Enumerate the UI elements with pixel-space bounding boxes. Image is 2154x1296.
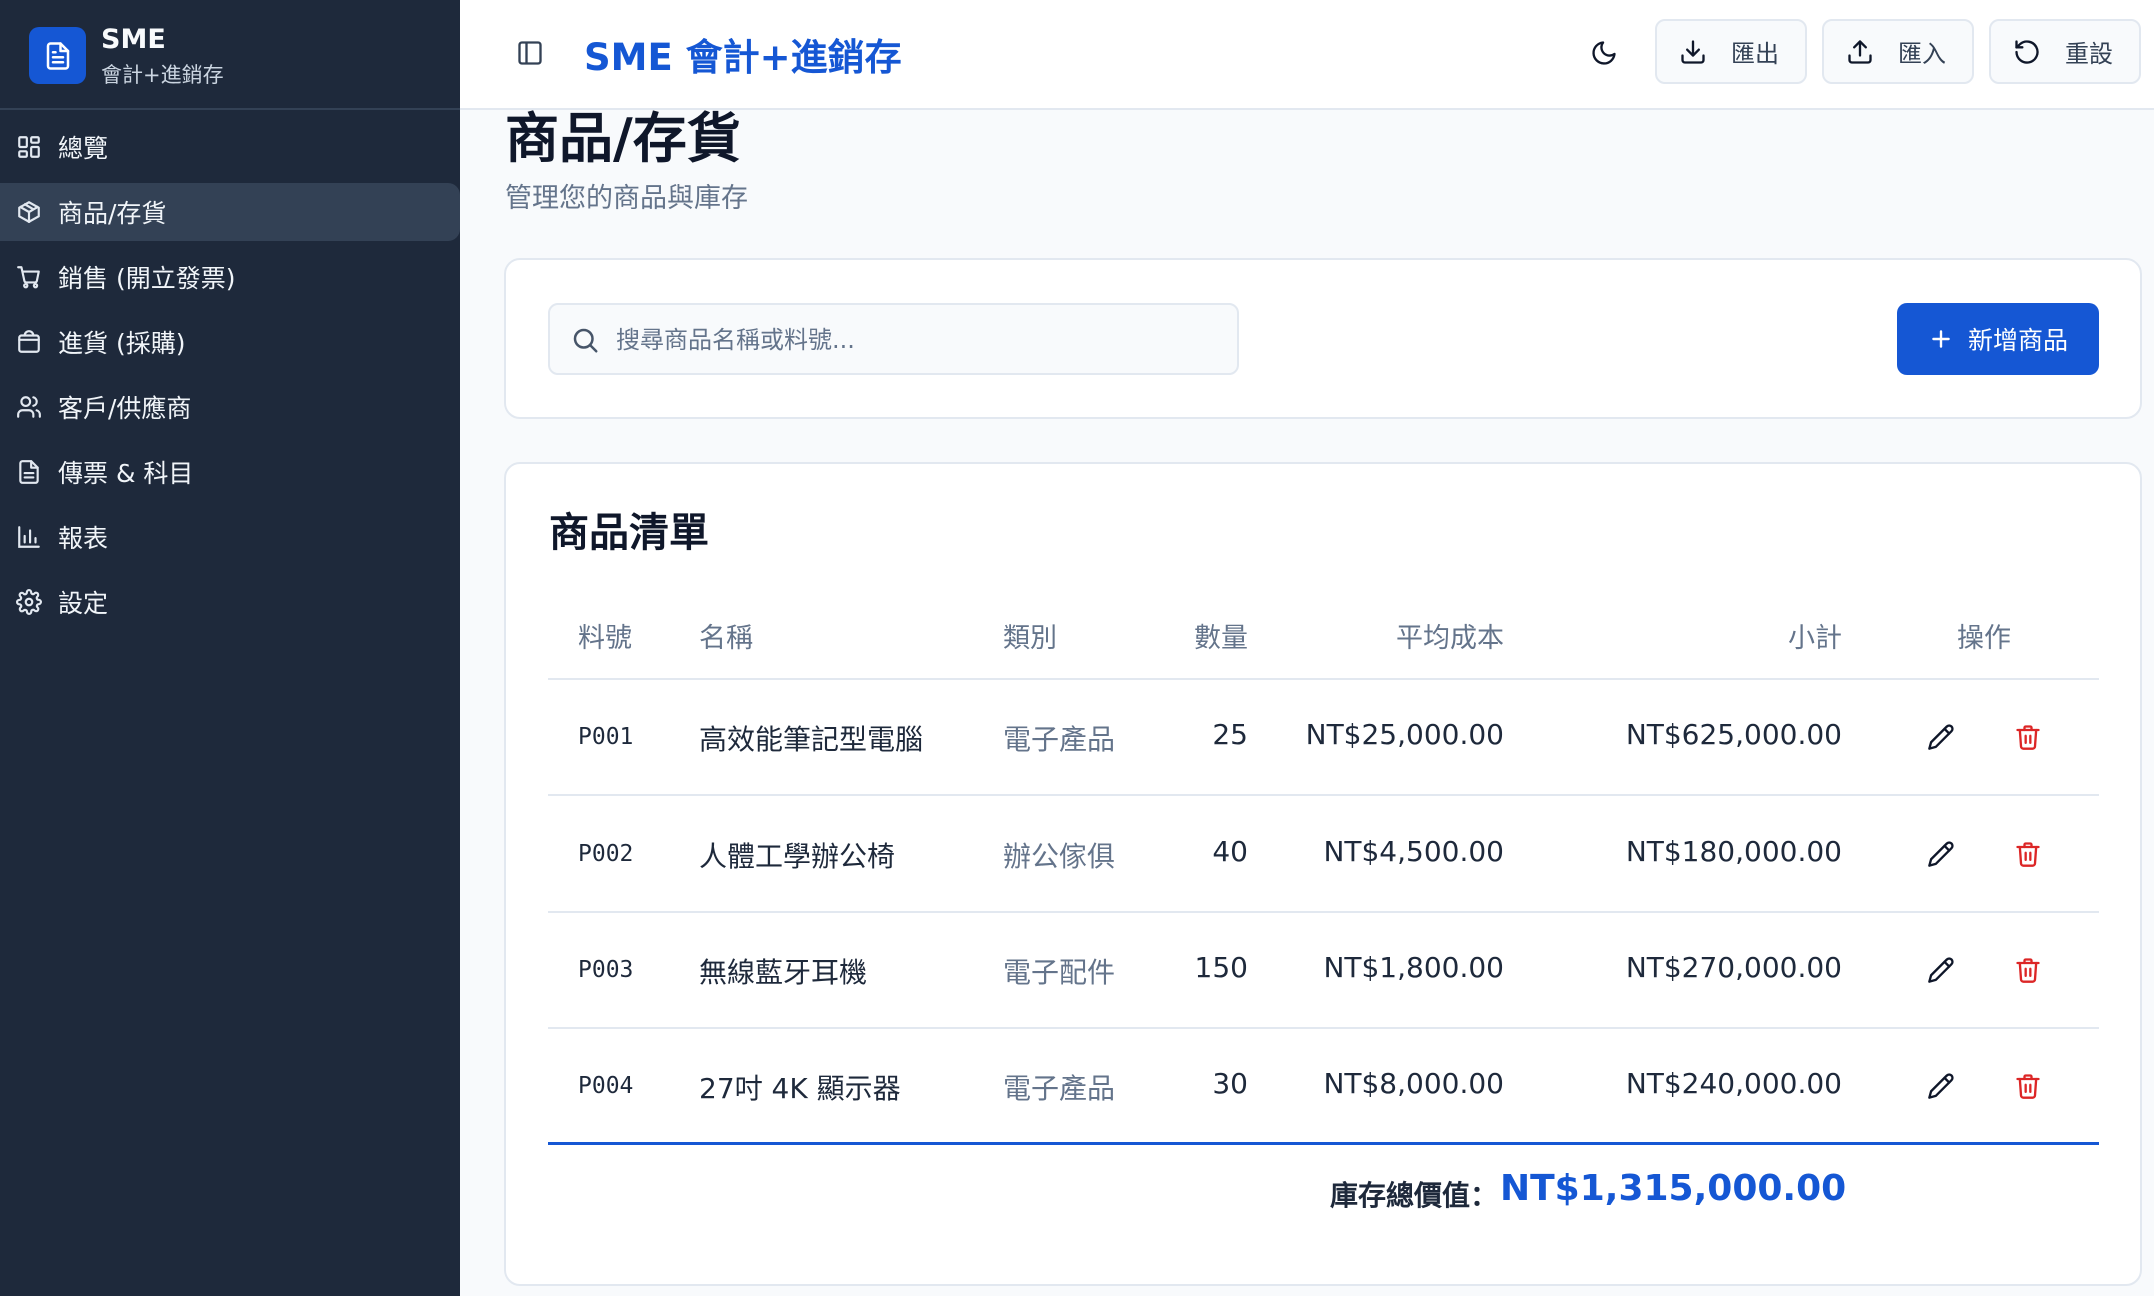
column-header-name: 名稱 <box>699 623 753 654</box>
product-category: 電子產品 <box>1003 1072 1116 1105</box>
product-quantity: 25 <box>1212 718 1248 751</box>
sidebar-item-sales[interactable]: 銷售 (開立發票) <box>0 248 460 306</box>
delete-trash-icon[interactable] <box>2010 719 2046 755</box>
import-button[interactable]: 匯入 <box>1822 19 1974 84</box>
top-bar: SME 會計+進銷存 匯出 匯入 重設 <box>460 0 2154 110</box>
app-title: SME 會計+進銷存 <box>584 36 902 79</box>
sidebar-item-label: 進貨 (採購) <box>58 329 186 358</box>
cart-icon <box>14 262 44 292</box>
brand-subtitle: 會計+進銷存 <box>101 63 224 87</box>
sidebar-item-overview[interactable]: 總覽 <box>0 118 460 176</box>
edit-pencil-icon[interactable] <box>1923 836 1959 872</box>
sidebar-item-contacts[interactable]: 客戶/供應商 <box>0 378 460 436</box>
export-button[interactable]: 匯出 <box>1655 19 1807 84</box>
product-category: 辦公傢俱 <box>1003 840 1116 873</box>
gear-icon <box>14 587 44 617</box>
product-category: 電子配件 <box>1003 956 1116 989</box>
inventory-total-label: 庫存總價值： <box>1330 1179 1499 1212</box>
page-title: 商品/存貨 <box>505 107 741 170</box>
sidebar-item-label: 客戶/供應商 <box>58 394 192 423</box>
product-subtotal: NT$625,000.00 <box>1625 718 1842 751</box>
row-divider <box>548 911 2099 913</box>
product-subtotal: NT$180,000.00 <box>1625 835 1842 868</box>
users-icon <box>14 392 44 422</box>
product-subtotal: NT$270,000.00 <box>1625 951 1842 984</box>
sidebar-item-purchases[interactable]: 進貨 (採購) <box>0 313 460 371</box>
dark-mode-moon-icon[interactable] <box>1584 33 1624 73</box>
file-text-icon <box>14 457 44 487</box>
product-quantity: 40 <box>1212 835 1248 868</box>
sidebar-nav: 總覽 商品/存貨 銷售 (開立發票) 進貨 (採購) 客戶/供應商 傳票 & 科… <box>0 118 460 638</box>
export-label: 匯出 <box>1731 40 1779 68</box>
import-label: 匯入 <box>1898 40 1946 68</box>
row-divider <box>548 794 2099 796</box>
brand: SME 會計+進銷存 <box>0 0 460 110</box>
search-box <box>548 303 1239 375</box>
logo-document-icon <box>29 27 86 84</box>
page-subtitle: 管理您的商品與庫存 <box>505 183 748 214</box>
sidebar-item-label: 銷售 (開立發票) <box>58 264 236 293</box>
product-list-title: 商品清單 <box>549 510 709 556</box>
product-category: 電子產品 <box>1003 723 1116 756</box>
product-code: P001 <box>578 724 634 750</box>
product-avg-cost: NT$25,000.00 <box>1305 718 1504 751</box>
column-header-subtotal: 小計 <box>1788 623 1842 654</box>
product-name: 人體工學辦公椅 <box>699 840 896 873</box>
reset-button[interactable]: 重設 <box>1989 19 2141 84</box>
column-header-quantity: 數量 <box>1194 623 1248 654</box>
upload-icon <box>1846 38 1874 66</box>
add-product-label: 新增商品 <box>1967 326 2068 355</box>
sidebar-item-settings[interactable]: 設定 <box>0 573 460 631</box>
edit-pencil-icon[interactable] <box>1923 719 1959 755</box>
sidebar-item-label: 商品/存貨 <box>58 199 167 228</box>
edit-pencil-icon[interactable] <box>1923 1068 1959 1104</box>
search-icon <box>570 325 600 359</box>
inventory-total-value: NT$1,315,000.00 <box>1500 1168 1847 1209</box>
product-avg-cost: NT$8,000.00 <box>1323 1067 1504 1100</box>
sidebar-toggle-icon[interactable] <box>510 33 550 73</box>
column-header-avg-cost: 平均成本 <box>1396 623 1504 654</box>
reset-label: 重設 <box>2065 40 2113 68</box>
row-divider <box>548 678 2099 680</box>
sidebar-item-label: 總覽 <box>58 134 109 163</box>
sidebar-item-label: 報表 <box>58 524 109 553</box>
plus-icon <box>1928 326 1954 352</box>
delete-trash-icon[interactable] <box>2010 1068 2046 1104</box>
sidebar-item-label: 設定 <box>58 589 109 618</box>
bar-chart-icon <box>14 522 44 552</box>
column-header-code: 料號 <box>578 623 632 654</box>
product-avg-cost: NT$1,800.00 <box>1323 951 1504 984</box>
package-icon <box>14 197 44 227</box>
rotate-ccw-icon <box>2013 38 2041 66</box>
product-code: P002 <box>578 841 634 867</box>
row-divider <box>548 1027 2099 1029</box>
sidebar-item-reports[interactable]: 報表 <box>0 508 460 566</box>
product-name: 高效能筆記型電腦 <box>699 723 924 756</box>
shopping-bag-icon <box>14 327 44 357</box>
product-code: P004 <box>578 1073 634 1099</box>
dashboard-icon <box>14 132 44 162</box>
sidebar-item-vouchers[interactable]: 傳票 & 科目 <box>0 443 460 501</box>
sidebar-item-products[interactable]: 商品/存貨 <box>0 183 460 241</box>
product-subtotal: NT$240,000.00 <box>1625 1067 1842 1100</box>
product-quantity: 30 <box>1212 1067 1248 1100</box>
add-product-button[interactable]: 新增商品 <box>1897 303 2099 375</box>
delete-trash-icon[interactable] <box>2010 952 2046 988</box>
column-header-actions: 操作 <box>1957 623 2011 654</box>
product-name: 27吋 4K 顯示器 <box>699 1072 901 1105</box>
product-code: P003 <box>578 957 634 983</box>
product-avg-cost: NT$4,500.00 <box>1323 835 1504 868</box>
product-name: 無線藍牙耳機 <box>699 956 868 989</box>
download-icon <box>1679 38 1707 66</box>
brand-title: SME <box>101 24 166 55</box>
total-divider <box>548 1142 2099 1145</box>
sidebar: SME 會計+進銷存 總覽 商品/存貨 銷售 (開立發票) 進貨 (採購) 客戶… <box>0 0 460 1296</box>
delete-trash-icon[interactable] <box>2010 836 2046 872</box>
column-header-category: 類別 <box>1003 623 1057 654</box>
edit-pencil-icon[interactable] <box>1923 952 1959 988</box>
product-quantity: 150 <box>1194 951 1248 984</box>
sidebar-item-label: 傳票 & 科目 <box>58 459 194 488</box>
search-input[interactable] <box>614 305 1218 375</box>
